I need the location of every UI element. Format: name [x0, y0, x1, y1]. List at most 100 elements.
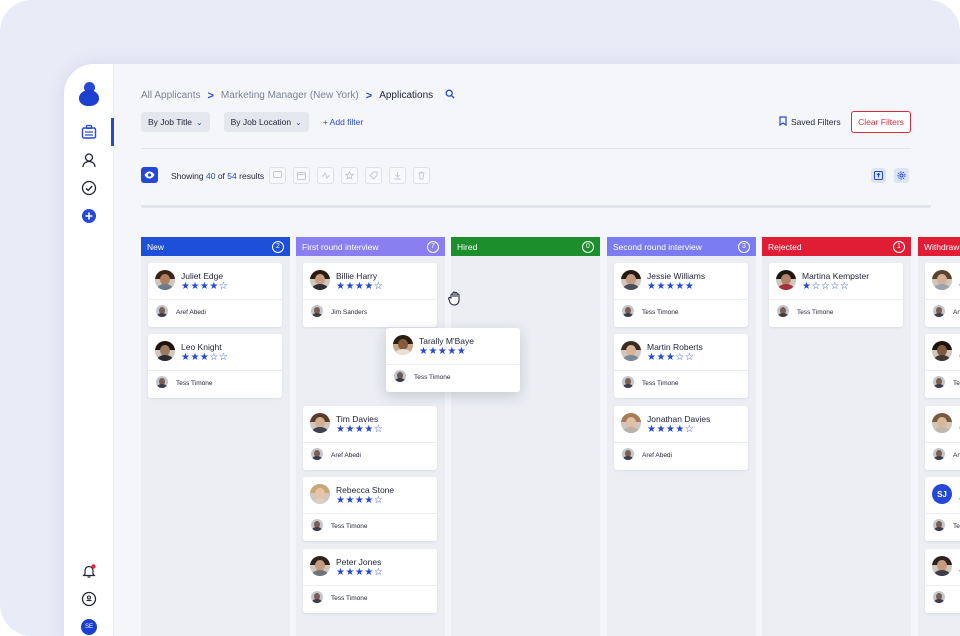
assignee-name: Aref Abedi — [176, 309, 206, 316]
rating-stars[interactable]: ★★★☆☆ — [181, 353, 228, 363]
clear-filters-button[interactable]: Clear Filters — [851, 111, 911, 133]
candidate-avatar — [621, 341, 641, 361]
candidate-card[interactable]: Rebecca Stone ★★★★☆ Tess Timone — [303, 477, 437, 541]
candidate-card[interactable]: Tim Davies ★★★★☆ Aref Abedi — [303, 406, 437, 470]
breadcrumb: All Applicants > Marketing Manager (New … — [141, 89, 455, 102]
bell-icon[interactable] — [79, 561, 99, 581]
candidate-avatar — [155, 341, 175, 361]
column-count-badge: 2 — [272, 240, 284, 253]
candidate-name: Leo Knight — [181, 342, 222, 352]
candidate-name: Rebecca Stone — [336, 485, 395, 495]
candidate-card[interactable]: Leo Knight ★★★☆☆ Tess Timone — [148, 334, 282, 398]
candidate-card[interactable]: Jessie Williams ★★★★★ Tess Timone — [614, 263, 748, 327]
candidate-card[interactable]: SJ★Te — [925, 477, 960, 541]
assignee-avatar — [933, 376, 945, 388]
column-1: First round interview 7 Billie Harry ★★★★☆ J… — [296, 237, 445, 636]
tag-icon[interactable] — [365, 167, 382, 184]
assignee-avatar — [311, 591, 323, 603]
assignee-name: Te — [953, 523, 960, 530]
card-divider — [925, 299, 960, 300]
search-icon[interactable] — [445, 89, 455, 102]
calendar-icon[interactable] — [293, 167, 310, 184]
column-header[interactable]: Rejected 1 — [762, 237, 911, 256]
job-title-filter[interactable]: By Job Title ⌄ — [141, 112, 210, 132]
candidate-avatar — [393, 335, 413, 355]
candidate-card[interactable]: Jonathan Davies ★★★★☆ Aref Abedi — [614, 406, 748, 470]
candidate-card[interactable]: ★An — [925, 263, 960, 327]
user-icon[interactable] — [79, 150, 99, 170]
candidate-avatar — [776, 270, 796, 290]
column-title: First round interview — [302, 241, 379, 252]
star-icon[interactable] — [341, 167, 358, 184]
candidate-avatar — [310, 270, 330, 290]
candidate-card[interactable]: ★An — [925, 406, 960, 470]
assignee-name: Tess Timone — [176, 380, 213, 387]
assignee-name: An — [953, 309, 960, 316]
assignee-avatar — [777, 305, 789, 317]
candidate-card[interactable]: Martina Kempster ★☆☆☆☆ Tess Timone — [769, 263, 903, 327]
add-filter-label: + Add filter — [322, 117, 364, 127]
assignee-avatar — [933, 448, 945, 460]
candidate-card[interactable]: Peter Jones ★★★★☆ Tess Timone — [303, 549, 437, 613]
column-title: New — [147, 241, 165, 252]
candidate-card[interactable]: Juliet Edge ★★★★☆ Aref Abedi — [148, 263, 282, 327]
candidate-avatar — [932, 556, 952, 576]
help-icon[interactable] — [79, 589, 99, 609]
candidate-name: Juliet Edge — [181, 271, 224, 281]
rating-stars[interactable]: ★★★★☆ — [647, 425, 694, 435]
rating-stars[interactable]: ★★★★☆ — [181, 282, 228, 292]
rating-stars[interactable]: ★★★★★ — [647, 282, 694, 292]
candidate-card[interactable]: ★ — [925, 549, 960, 613]
column-header[interactable]: Hired 0 — [451, 237, 600, 256]
chevron-down-icon: ⌄ — [295, 117, 302, 127]
saved-filters-button[interactable]: Saved Filters — [779, 116, 841, 128]
assignee-name: Aref Abedi — [642, 452, 672, 459]
card-divider — [303, 513, 437, 514]
horizontal-scrollbar[interactable] — [141, 205, 931, 208]
assignee-name: Tess Timone — [642, 380, 679, 387]
settings-icon[interactable] — [894, 168, 909, 183]
briefcase-icon[interactable] — [79, 122, 99, 142]
filter-bar: By Job Title ⌄ By Job Location ⌄ + Add f… — [141, 112, 363, 132]
eye-icon[interactable] — [141, 167, 158, 183]
candidate-name: Billie Harry — [336, 271, 378, 281]
user-avatar[interactable]: SE — [79, 617, 99, 636]
rating-stars[interactable]: ★★★★☆ — [336, 282, 383, 292]
column-count-badge: 7 — [427, 240, 439, 253]
card-divider — [386, 364, 520, 365]
message-icon[interactable] — [269, 167, 286, 184]
breadcrumb-all-applicants[interactable]: All Applicants — [141, 90, 200, 101]
column-title: Rejected — [768, 241, 802, 252]
export-icon[interactable] — [871, 168, 886, 183]
candidate-card[interactable]: ★Te — [925, 334, 960, 398]
rating-stars[interactable]: ★★★★☆ — [336, 496, 383, 506]
column-header[interactable]: Withdrawn — [918, 237, 960, 256]
assignee-name: Tess Timone — [331, 595, 368, 602]
column-header[interactable]: New 2 — [141, 237, 290, 256]
bookmark-icon — [779, 116, 787, 128]
results-showing: Showing — [171, 171, 204, 181]
trash-icon[interactable] — [413, 167, 430, 184]
rating-stars[interactable]: ★★★★★ — [419, 347, 466, 357]
activity-icon[interactable] — [317, 167, 334, 184]
add-circle-icon[interactable] — [79, 206, 99, 226]
column-title: Withdrawn — [924, 241, 960, 252]
column-header[interactable]: First round interview 7 — [296, 237, 445, 256]
check-circle-icon[interactable] — [79, 178, 99, 198]
chevron-down-icon: ⌄ — [195, 117, 203, 127]
column-header[interactable]: Second round interview 3 — [607, 237, 756, 256]
rating-stars[interactable]: ★☆☆☆☆ — [802, 282, 849, 292]
rating-stars[interactable]: ★★★★☆ — [336, 425, 383, 435]
saved-filters-label: Saved Filters — [791, 117, 841, 127]
rating-stars[interactable]: ★★★☆☆ — [647, 353, 694, 363]
candidate-card[interactable]: Billie Harry ★★★★☆ Jim Sanders — [303, 263, 437, 327]
add-filter-button[interactable]: + Add filter — [323, 117, 363, 127]
candidate-card[interactable]: Martin Roberts ★★★☆☆ Tess Timone — [614, 334, 748, 398]
download-icon[interactable] — [389, 167, 406, 184]
rating-stars[interactable]: ★★★★☆ — [336, 568, 383, 578]
job-location-filter[interactable]: By Job Location ⌄ — [223, 112, 309, 132]
results-total: 54 — [227, 171, 237, 181]
dragging-candidate-card[interactable]: Tarally M'Baye ★★★★★ Tess Timone — [386, 328, 520, 392]
breadcrumb-job[interactable]: Marketing Manager (New York) — [221, 90, 359, 101]
card-divider — [148, 299, 282, 300]
